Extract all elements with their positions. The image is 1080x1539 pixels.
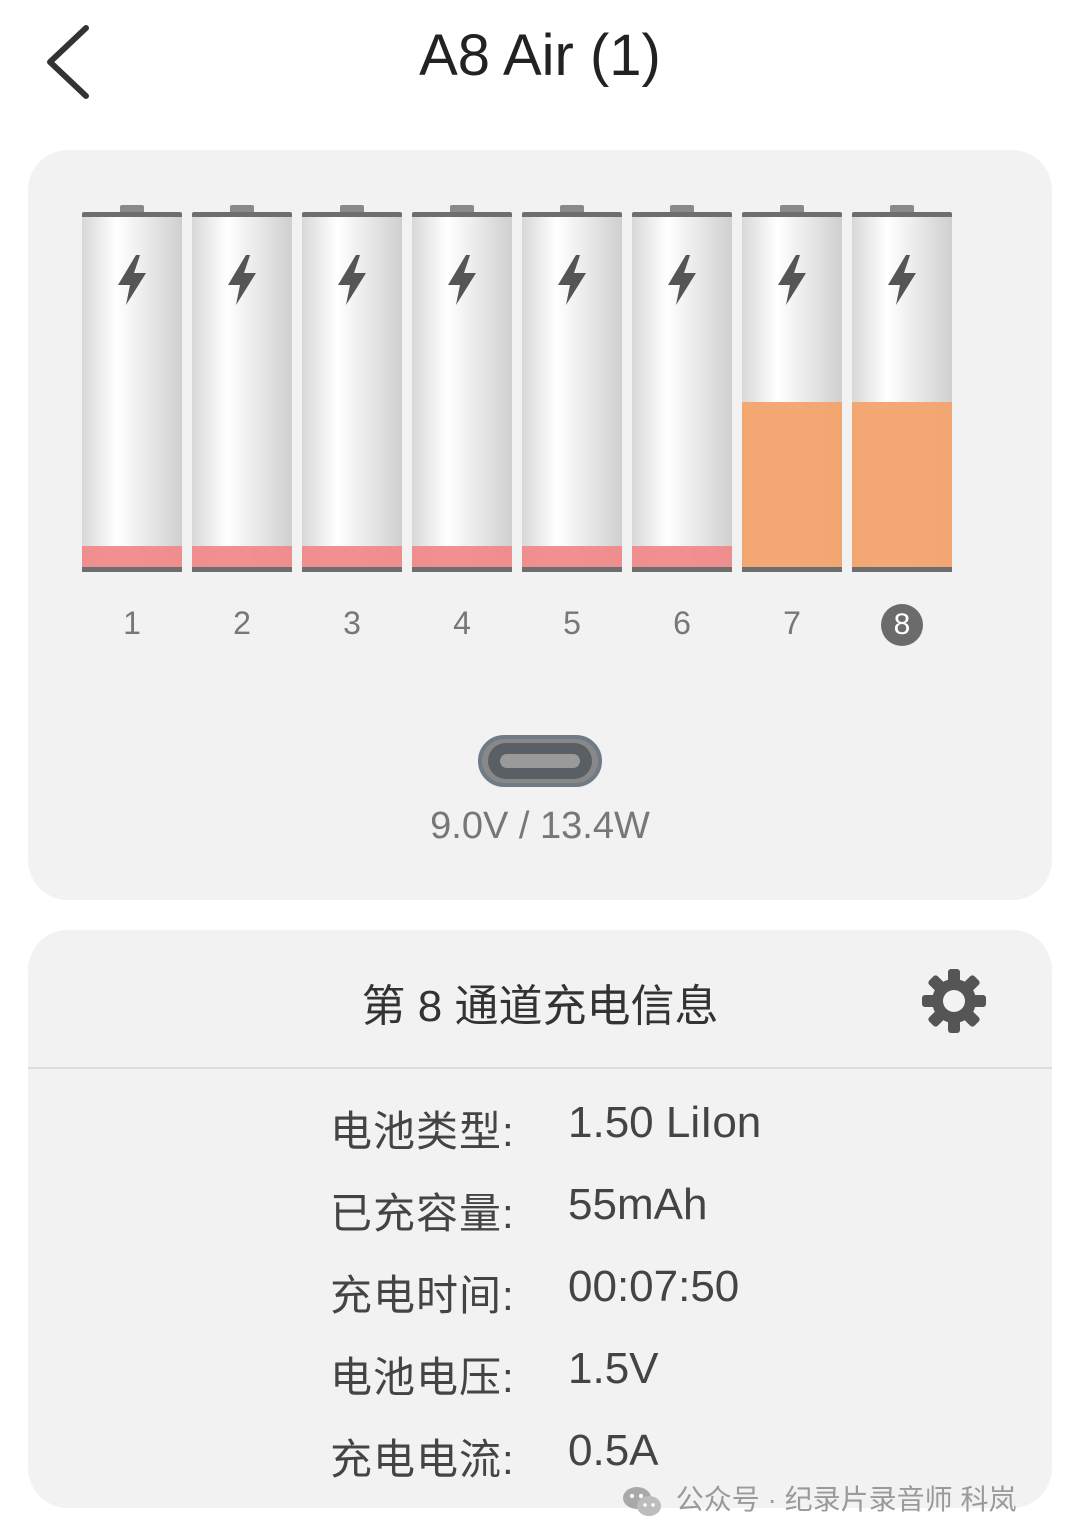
battery-icon (192, 205, 292, 572)
charge-level-fill (852, 402, 952, 567)
battery-slot-5[interactable]: 5 (522, 205, 622, 645)
info-label: 充电时间: (330, 1272, 515, 1319)
page-title: A8 Air (1) (419, 23, 661, 88)
battery-status-card: 1 2 3 4 5 6 7 8 9.0V / 13.4W (28, 150, 1052, 900)
battery-icon (852, 205, 952, 572)
slot-number: 4 (453, 605, 471, 641)
slot-number: 2 (233, 605, 251, 641)
battery-slots: 1 2 3 4 5 6 7 8 (82, 205, 962, 665)
info-value: 0.5A (568, 1426, 659, 1475)
slot-number: 6 (673, 605, 691, 641)
watermark: 公众号 · 纪录片录音师 科岚 (622, 1478, 1016, 1518)
info-row: 电池类型: 1.50 LiIon (28, 1090, 1052, 1172)
battery-slot-7[interactable]: 7 (742, 205, 842, 645)
charge-level-fill (742, 402, 842, 567)
charge-level-fill (632, 546, 732, 567)
charge-level-fill (522, 546, 622, 567)
info-label: 电池电压: (330, 1354, 515, 1401)
battery-icon (522, 205, 622, 572)
battery-slot-8[interactable]: 8 (852, 205, 952, 646)
info-value: 00:07:50 (568, 1262, 740, 1311)
watermark-text: 公众号 · 纪录片录音师 科岚 (675, 1484, 1017, 1515)
battery-slot-3[interactable]: 3 (302, 205, 402, 645)
slot-number: 7 (783, 605, 801, 641)
info-row: 电池电压: 1.5V (28, 1336, 1052, 1418)
charge-level-fill (412, 546, 512, 567)
wechat-icon (623, 1486, 661, 1516)
charge-level-fill (192, 546, 292, 567)
info-label: 已充容量: (330, 1190, 515, 1237)
battery-icon (82, 205, 182, 572)
battery-icon (302, 205, 402, 572)
info-row: 充电时间: 00:07:50 (28, 1254, 1052, 1336)
slot-number: 8 (852, 603, 952, 646)
power-readout: 9.0V / 13.4W (430, 805, 650, 847)
usb-c-port-icon (478, 735, 602, 787)
info-label: 充电电流: (330, 1436, 515, 1483)
channel-info-card: 第 8 通道充电信息 电池类型: 1.50 LiIon 已充容量: 55mAh 充电时间… (28, 930, 1052, 1508)
divider (28, 1067, 1052, 1069)
battery-slot-2[interactable]: 2 (192, 205, 292, 645)
header: A8 Air (1) (0, 0, 1080, 120)
battery-slot-1[interactable]: 1 (82, 205, 182, 645)
settings-button[interactable] (918, 965, 990, 1037)
channel-info-title: 第 8 通道充电信息 (361, 982, 719, 1031)
slot-number: 3 (343, 605, 361, 641)
charge-level-fill (82, 546, 182, 567)
gear-icon (922, 969, 986, 1033)
info-value: 1.50 LiIon (568, 1098, 762, 1147)
battery-icon (742, 205, 842, 572)
slot-number: 5 (563, 605, 581, 641)
info-value: 55mAh (568, 1180, 708, 1229)
battery-slot-4[interactable]: 4 (412, 205, 512, 645)
channel-info-list: 电池类型: 1.50 LiIon 已充容量: 55mAh 充电时间: 00:07:50 电池… (28, 1090, 1052, 1500)
info-row: 已充容量: 55mAh (28, 1172, 1052, 1254)
info-label: 电池类型: (330, 1108, 515, 1155)
charge-level-fill (302, 546, 402, 567)
battery-icon (632, 205, 732, 572)
battery-slot-6[interactable]: 6 (632, 205, 732, 645)
slot-number: 1 (123, 605, 141, 641)
battery-icon (412, 205, 512, 572)
info-value: 1.5V (568, 1344, 659, 1393)
